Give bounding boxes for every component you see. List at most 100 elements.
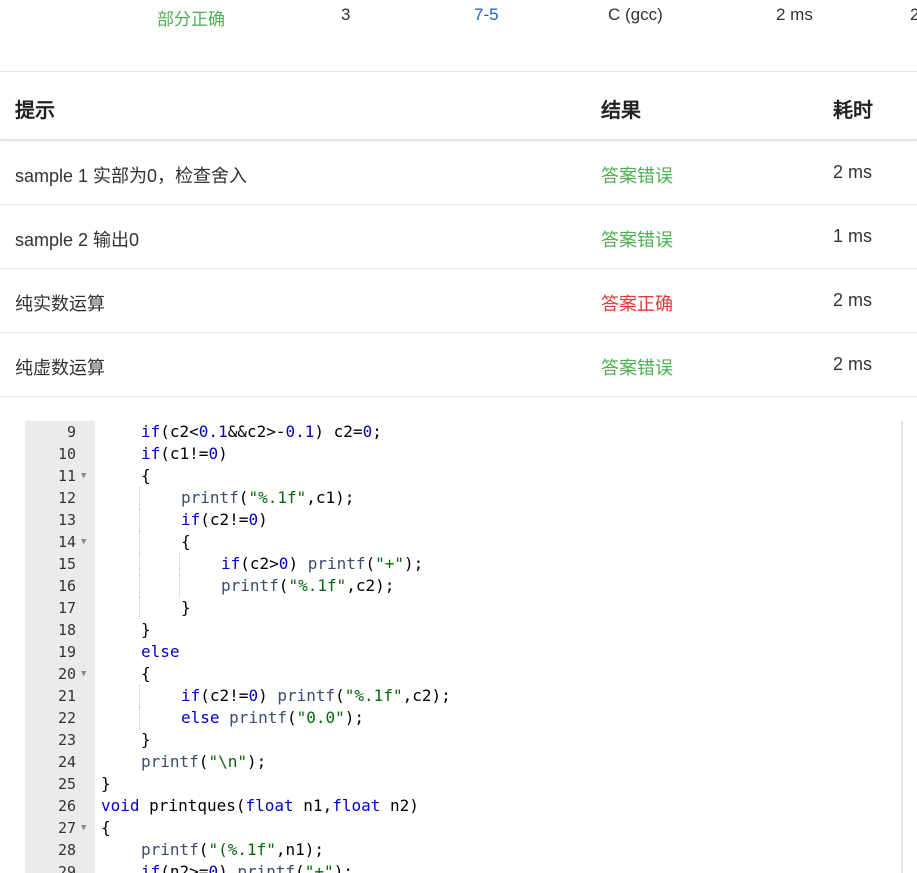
- code-text: }: [141, 620, 151, 639]
- row-result: 答案正确: [601, 294, 673, 314]
- line-number: 23: [57, 731, 76, 749]
- code-line: 25}: [25, 773, 901, 795]
- line-number: 15: [57, 555, 76, 573]
- row-time: 2 ms: [833, 162, 873, 182]
- code-line: 26 void printques(float n1,float n2): [25, 795, 901, 817]
- code-text: }: [101, 774, 111, 793]
- code-text: }: [181, 598, 191, 617]
- indent-guide: [179, 553, 180, 575]
- code-line: 23}: [25, 729, 901, 751]
- code-text: }: [141, 730, 151, 749]
- code-text: if(c2<0.1&&c2>-0.1) c2=0;: [141, 422, 382, 441]
- fold-arrow-icon[interactable]: ▼: [81, 663, 86, 685]
- submission-compiler: C (gcc): [608, 5, 663, 24]
- indent-guide: [139, 531, 140, 553]
- code-text: if(c2!=0): [181, 510, 268, 529]
- submission-score: 3: [341, 5, 351, 24]
- code-line: 20 ▼ {: [25, 663, 901, 685]
- indent-guide: [139, 509, 140, 531]
- line-number: 14: [57, 533, 76, 551]
- code-line: 27 ▼ {: [25, 817, 901, 839]
- submission-time: 2 ms: [776, 5, 813, 24]
- code-line: 10 if(c1!=0): [25, 443, 901, 465]
- code-text: {: [101, 818, 111, 837]
- code-line: 15 if(c2>0) printf("+");: [25, 553, 901, 575]
- row-result: 答案错误: [601, 166, 673, 186]
- line-number: 28: [57, 841, 76, 859]
- code-line: 13 if(c2!=0): [25, 509, 901, 531]
- row-hint: sample 1 实部为0，检查舍入: [15, 166, 248, 186]
- header-hint: 提示: [15, 100, 55, 122]
- indent-guide: [139, 707, 140, 729]
- submission-status: 部分正确: [157, 10, 225, 29]
- code-text: if(c2>0) printf("+");: [221, 554, 424, 573]
- header-time: 耗时: [833, 100, 873, 122]
- fold-arrow-icon[interactable]: ▼: [81, 465, 86, 487]
- code-line: 18}: [25, 619, 901, 641]
- test-result-table: 提示 结果 耗时 sample 1 实部为0，检查舍入 答案错误 2 ms sa…: [0, 72, 917, 397]
- table-row: sample 2 输出0 答案错误 1 ms: [0, 205, 917, 269]
- table-row: 纯实数运算 答案正确 2 ms: [0, 269, 917, 333]
- code-text: void printques(float n1,float n2): [101, 796, 419, 815]
- table-row: 纯虚数运算 答案错误 2 ms: [0, 333, 917, 397]
- code-text: else: [141, 642, 180, 661]
- problem-link[interactable]: 7-5: [474, 5, 499, 25]
- code-text: {: [141, 664, 151, 683]
- code-text: else printf("0.0");: [181, 708, 365, 727]
- fold-arrow-icon[interactable]: ▼: [81, 817, 86, 839]
- code-line: 28 printf("(%.1f",n1);: [25, 839, 901, 861]
- code-line: 14 ▼ {: [25, 531, 901, 553]
- indent-guide: [179, 575, 180, 597]
- row-time: 2 ms: [833, 354, 873, 374]
- row-time: 2 ms: [833, 290, 873, 310]
- line-number: 18: [57, 621, 76, 639]
- code-text: printf("\n");: [141, 752, 267, 771]
- code-line: 22 else printf("0.0");: [25, 707, 901, 729]
- indent-guide: [139, 685, 140, 707]
- table-header: 提示 结果 耗时: [0, 72, 917, 141]
- row-hint: 纯实数运算: [15, 294, 105, 314]
- row-result: 答案错误: [601, 358, 673, 378]
- code-editor[interactable]: 9 if(c2<0.1&&c2>-0.1) c2=0; 10 if(c1!=0) 11 ▼…: [25, 421, 903, 873]
- table-row: sample 1 实部为0，检查舍入 答案错误 2 ms: [0, 141, 917, 205]
- line-number: 10: [57, 445, 76, 463]
- code-text: if(c1!=0): [141, 444, 228, 463]
- line-number: 21: [57, 687, 76, 705]
- code-text: printf("%.1f",c1);: [181, 488, 355, 507]
- line-number: 22: [57, 709, 76, 727]
- line-number: 11: [57, 467, 76, 485]
- line-number: 29: [57, 863, 76, 873]
- row-result: 答案错误: [601, 230, 673, 250]
- indent-guide: [139, 487, 140, 509]
- fold-arrow-icon[interactable]: ▼: [81, 531, 86, 553]
- row-time: 1 ms: [833, 226, 873, 246]
- line-number: 19: [57, 643, 76, 661]
- code-line: 12 printf("%.1f",c1);: [25, 487, 901, 509]
- line-number: 12: [57, 489, 76, 507]
- submission-memory: 2: [910, 5, 917, 24]
- code-line: 17}: [25, 597, 901, 619]
- code-text: {: [141, 466, 151, 485]
- code-line: 9 if(c2<0.1&&c2>-0.1) c2=0;: [25, 421, 901, 443]
- code-line: 16 printf("%.1f",c2);: [25, 575, 901, 597]
- indent-guide: [139, 597, 140, 619]
- code-text: if(n2>=0) printf("+");: [141, 862, 353, 873]
- editor-scrollbar-edge: [901, 421, 903, 873]
- line-number: 16: [57, 577, 76, 595]
- code-line: 29 if(n2>=0) printf("+");: [25, 861, 901, 873]
- code-text: printf("%.1f",c2);: [221, 576, 395, 595]
- line-number: 9: [66, 423, 76, 441]
- code-line: 19 else: [25, 641, 901, 663]
- code-text: {: [181, 532, 191, 551]
- indent-guide: [139, 553, 140, 575]
- line-number: 27: [57, 819, 76, 837]
- submission-row: 部分正确 3 7-5 C (gcc) 2 ms 2: [0, 0, 917, 36]
- line-number: 24: [57, 753, 76, 771]
- header-result: 结果: [601, 100, 641, 122]
- line-number: 25: [57, 775, 76, 793]
- line-number: 26: [57, 797, 76, 815]
- line-number: 13: [57, 511, 76, 529]
- row-hint: sample 2 输出0: [15, 230, 140, 250]
- code-line: 11 ▼ {: [25, 465, 901, 487]
- code-line: 24 printf("\n");: [25, 751, 901, 773]
